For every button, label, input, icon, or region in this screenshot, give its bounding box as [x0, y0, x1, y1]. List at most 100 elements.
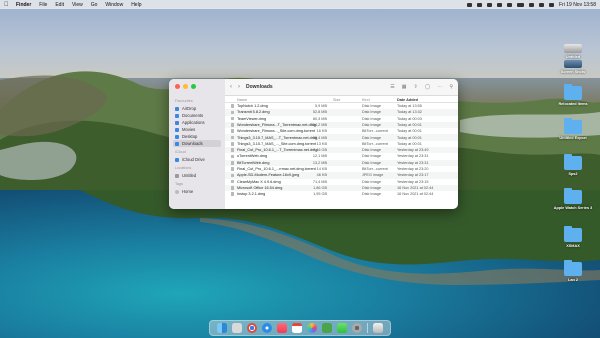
- desktop-item-label: Lan 2: [568, 278, 578, 282]
- folder-icon: [564, 226, 582, 242]
- status-icon[interactable]: [487, 2, 493, 7]
- desktop-item-lan-2[interactable]: Lan 2: [550, 260, 596, 282]
- desktop-item-label: Untitled: [565, 55, 581, 59]
- table-row[interactable]: Instup 3.2.1.dmg 1,95 GB Disk Image 16 Nov …: [225, 191, 458, 197]
- sidebar-item-movies[interactable]: Movies: [173, 126, 221, 133]
- sidebar-item-desktop[interactable]: Desktop: [173, 133, 221, 140]
- column-kind[interactable]: Kind: [362, 98, 370, 102]
- tag-icon[interactable]: ◯: [425, 84, 431, 90]
- status-icon[interactable]: [477, 2, 483, 7]
- desktop-item-label: Untitled Export: [559, 136, 587, 140]
- settings-icon[interactable]: [352, 323, 362, 333]
- clock[interactable]: Fri 19 Nov 13:58: [559, 2, 596, 8]
- menu-window[interactable]: Window: [105, 2, 123, 8]
- status-icon[interactable]: [467, 2, 473, 7]
- file-icon: [231, 167, 234, 171]
- control-center-icon[interactable]: [549, 2, 555, 7]
- safari-icon[interactable]: [262, 323, 272, 333]
- airdrop-icon: [175, 106, 179, 111]
- sidebar-item-airdrop[interactable]: AirDrop: [173, 105, 221, 112]
- menu-file[interactable]: File: [39, 2, 47, 8]
- zoom-button[interactable]: [191, 84, 196, 89]
- status-icon[interactable]: [497, 2, 503, 7]
- sidebar: Favourites AirDrop Documents Application…: [169, 79, 225, 209]
- wifi-icon[interactable]: [529, 2, 535, 7]
- desktop-item-relocated-items[interactable]: Relocated Items: [550, 84, 596, 106]
- desktop-item-sps2[interactable]: Sps2: [550, 154, 596, 176]
- file-icon: [231, 135, 234, 140]
- messages-icon[interactable]: [337, 323, 347, 333]
- file-date: Today at 00:01: [397, 141, 422, 146]
- desktop-item-label: XSMAX: [566, 244, 580, 248]
- desktop-item-screen-shots[interactable]: Screen Shots: [550, 60, 596, 74]
- column-name[interactable]: Name: [237, 98, 247, 102]
- desktop-item-label: Apple Watch Series 3: [553, 206, 593, 210]
- search-icon[interactable]: ⚲: [449, 84, 453, 90]
- desktop-item-xsmax[interactable]: XSMAX: [550, 226, 596, 248]
- menubar:  Finder File Edit View Go Window Help F…: [0, 0, 600, 9]
- file-date: Today at 13:32: [397, 110, 422, 115]
- menu-finder[interactable]: Finder: [16, 2, 31, 8]
- file-name: TeamViewer.dmg: [237, 116, 267, 121]
- finder-icon[interactable]: [217, 323, 227, 333]
- desktop-item-apple-watch-series-3[interactable]: Apple Watch Series 3: [550, 188, 596, 210]
- status-icon[interactable]: [507, 2, 513, 7]
- view-options-icon[interactable]: ☰: [390, 84, 394, 90]
- minimize-button[interactable]: [183, 84, 188, 89]
- desktop-item-untitled[interactable]: Untitled: [550, 44, 596, 59]
- apple-icon[interactable]: : [4, 2, 10, 8]
- music-icon[interactable]: [277, 323, 287, 333]
- file-date: Yesterday at 23:49: [397, 148, 429, 153]
- file-size: 1,95 GB: [313, 192, 327, 197]
- action-icon[interactable]: ⋯: [437, 84, 442, 90]
- file-name: Apple-SD-Modem-Feature-16x9.jpeg: [237, 173, 300, 178]
- share-icon[interactable]: ⇧: [414, 84, 418, 90]
- forward-icon[interactable]: ›: [238, 84, 240, 90]
- utorrent-icon[interactable]: [322, 323, 332, 333]
- sidebar-item-icloud-drive[interactable]: iCloud Drive: [173, 156, 221, 163]
- sidebar-item-downloads[interactable]: Downloads: [173, 140, 221, 147]
- sidebar-item-label: Untitled: [182, 173, 197, 178]
- file-kind: Disk Image: [362, 122, 381, 127]
- calendar-icon[interactable]: [292, 323, 302, 333]
- file-size: 13 KB: [316, 141, 327, 146]
- sidebar-item-label: iCloud Drive: [182, 157, 205, 162]
- file-size: 16 KB: [316, 129, 327, 134]
- column-size[interactable]: Size: [333, 98, 340, 102]
- menu-help[interactable]: Help: [131, 2, 141, 8]
- dock-separator: [367, 323, 368, 333]
- tag-icon: [175, 189, 179, 194]
- file-date: Yesterday at 23:31: [397, 154, 429, 159]
- file-icon: [231, 142, 234, 146]
- sidebar-item-tag-home[interactable]: Home: [173, 188, 221, 195]
- file-kind: Disk Image: [362, 104, 381, 109]
- column-date-added[interactable]: Date Added: [397, 98, 418, 102]
- sidebar-item-applications[interactable]: Applications: [173, 119, 221, 126]
- file-kind: Disk Image: [362, 110, 381, 115]
- menu-view[interactable]: View: [72, 2, 83, 8]
- back-icon[interactable]: ‹: [230, 84, 232, 90]
- file-name: uTorrentWeb.dmg: [237, 154, 268, 159]
- trash-icon[interactable]: [373, 323, 383, 333]
- chrome-icon[interactable]: [247, 323, 257, 333]
- sidebar-item-documents[interactable]: Documents: [173, 112, 221, 119]
- file-kind: Disk Image: [362, 179, 381, 184]
- file-name: CleanMyMac X 4.9.6.dmg: [237, 179, 281, 184]
- launchpad-icon[interactable]: [232, 323, 242, 333]
- battery-icon[interactable]: [517, 2, 525, 7]
- file-date: Yesterday at 23:17: [397, 173, 429, 178]
- file-kind: BitTorr...current: [362, 167, 388, 172]
- sidebar-item-untitled[interactable]: Untitled: [173, 172, 221, 179]
- menu-go[interactable]: Go: [91, 2, 98, 8]
- applications-icon: [175, 120, 179, 125]
- search-icon[interactable]: [539, 2, 545, 7]
- photos-icon[interactable]: [307, 323, 317, 333]
- file-icon: [231, 116, 234, 121]
- group-icon[interactable]: ▦: [402, 84, 407, 90]
- folder-icon: [564, 118, 582, 134]
- cloud-icon: [175, 157, 179, 162]
- menu-edit[interactable]: Edit: [55, 2, 64, 8]
- close-button[interactable]: [175, 84, 180, 89]
- desktop-item-label: Screen Shots: [560, 70, 586, 74]
- desktop-item-untitled-export[interactable]: Untitled Export: [550, 118, 596, 140]
